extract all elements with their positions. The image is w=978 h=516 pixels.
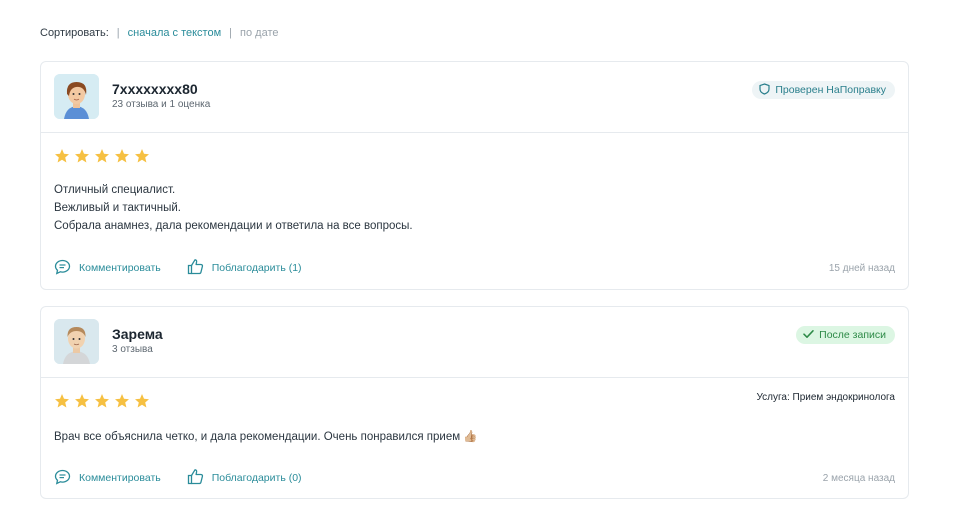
avatar bbox=[54, 319, 99, 364]
review-date: 15 дней назад bbox=[828, 263, 895, 274]
badge-label: Проверен НаПоправку bbox=[775, 84, 886, 96]
speech-bubble-icon bbox=[54, 469, 71, 488]
author-review-count: 3 отзыва bbox=[112, 344, 153, 355]
star-icon bbox=[115, 149, 129, 163]
badge-label: После записи bbox=[819, 329, 886, 341]
review-date: 2 месяца назад bbox=[822, 473, 895, 484]
rating-stars bbox=[54, 393, 150, 409]
star-icon bbox=[115, 394, 129, 408]
sort-option-by-date[interactable]: по дате bbox=[240, 27, 278, 39]
comment-label: Комментировать bbox=[79, 262, 161, 274]
shield-icon bbox=[759, 82, 770, 98]
review-text-line: Вежливый и тактичный. bbox=[54, 202, 181, 214]
sort-divider: | bbox=[229, 27, 233, 39]
review-actions: Комментировать Поблагодарить (0) bbox=[54, 468, 302, 488]
star-icon bbox=[75, 149, 89, 163]
review-card: 7xxxxxxxx80 23 отзыва и 1 оценка Провере… bbox=[40, 61, 909, 290]
author-review-count: 23 отзыва и 1 оценка bbox=[112, 99, 211, 110]
star-icon bbox=[75, 394, 89, 408]
thank-button[interactable]: Поблагодарить (0) bbox=[187, 468, 302, 488]
sort-divider: | bbox=[116, 27, 120, 39]
star-icon bbox=[55, 394, 69, 408]
star-icon bbox=[95, 149, 109, 163]
thank-label: Поблагодарить (0) bbox=[211, 472, 302, 484]
sort-option-with-text[interactable]: сначала с текстом bbox=[128, 27, 222, 39]
comment-button[interactable]: Комментировать bbox=[54, 469, 161, 488]
rating-stars bbox=[54, 148, 150, 164]
thank-label: Поблагодарить (1) bbox=[211, 262, 302, 274]
comment-button[interactable]: Комментировать bbox=[54, 259, 161, 278]
star-icon bbox=[135, 394, 149, 408]
author-name: Зарема bbox=[112, 326, 163, 342]
review-text: Врач все объяснила четко, и дала рекомен… bbox=[54, 428, 478, 446]
thumbs-up-icon bbox=[187, 468, 204, 488]
star-icon bbox=[95, 394, 109, 408]
sort-bar: Сортировать: | сначала с текстом | по да… bbox=[40, 27, 278, 39]
comment-label: Комментировать bbox=[79, 472, 161, 484]
avatar bbox=[54, 74, 99, 119]
after-appointment-badge: После записи bbox=[796, 326, 895, 344]
review-actions: Комментировать Поблагодарить (1) bbox=[54, 258, 302, 278]
review-text: Отличный специалист. Вежливый и тактичны… bbox=[54, 181, 413, 235]
speech-bubble-icon bbox=[54, 259, 71, 278]
verified-badge: Проверен НаПоправку bbox=[752, 81, 895, 99]
review-text-line: Врач все объяснила четко, и дала рекомен… bbox=[54, 431, 478, 443]
review-header: Зарема 3 отзыва После записи bbox=[41, 307, 908, 378]
review-text-line: Отличный специалист. bbox=[54, 184, 176, 196]
review-card: Зарема 3 отзыва После записи Услуга: При… bbox=[40, 306, 909, 499]
sort-label: Сортировать: bbox=[40, 27, 109, 39]
thumbs-up-icon bbox=[187, 258, 204, 278]
author-name: 7xxxxxxxx80 bbox=[112, 81, 198, 97]
review-text-line: Собрала анамнез, дала рекомендации и отв… bbox=[54, 220, 413, 232]
check-icon bbox=[803, 329, 814, 342]
star-icon bbox=[55, 149, 69, 163]
star-icon bbox=[135, 149, 149, 163]
service-label: Услуга: Прием эндокринолога bbox=[756, 392, 895, 403]
review-header: 7xxxxxxxx80 23 отзыва и 1 оценка Провере… bbox=[41, 62, 908, 133]
thank-button[interactable]: Поблагодарить (1) bbox=[187, 258, 302, 278]
